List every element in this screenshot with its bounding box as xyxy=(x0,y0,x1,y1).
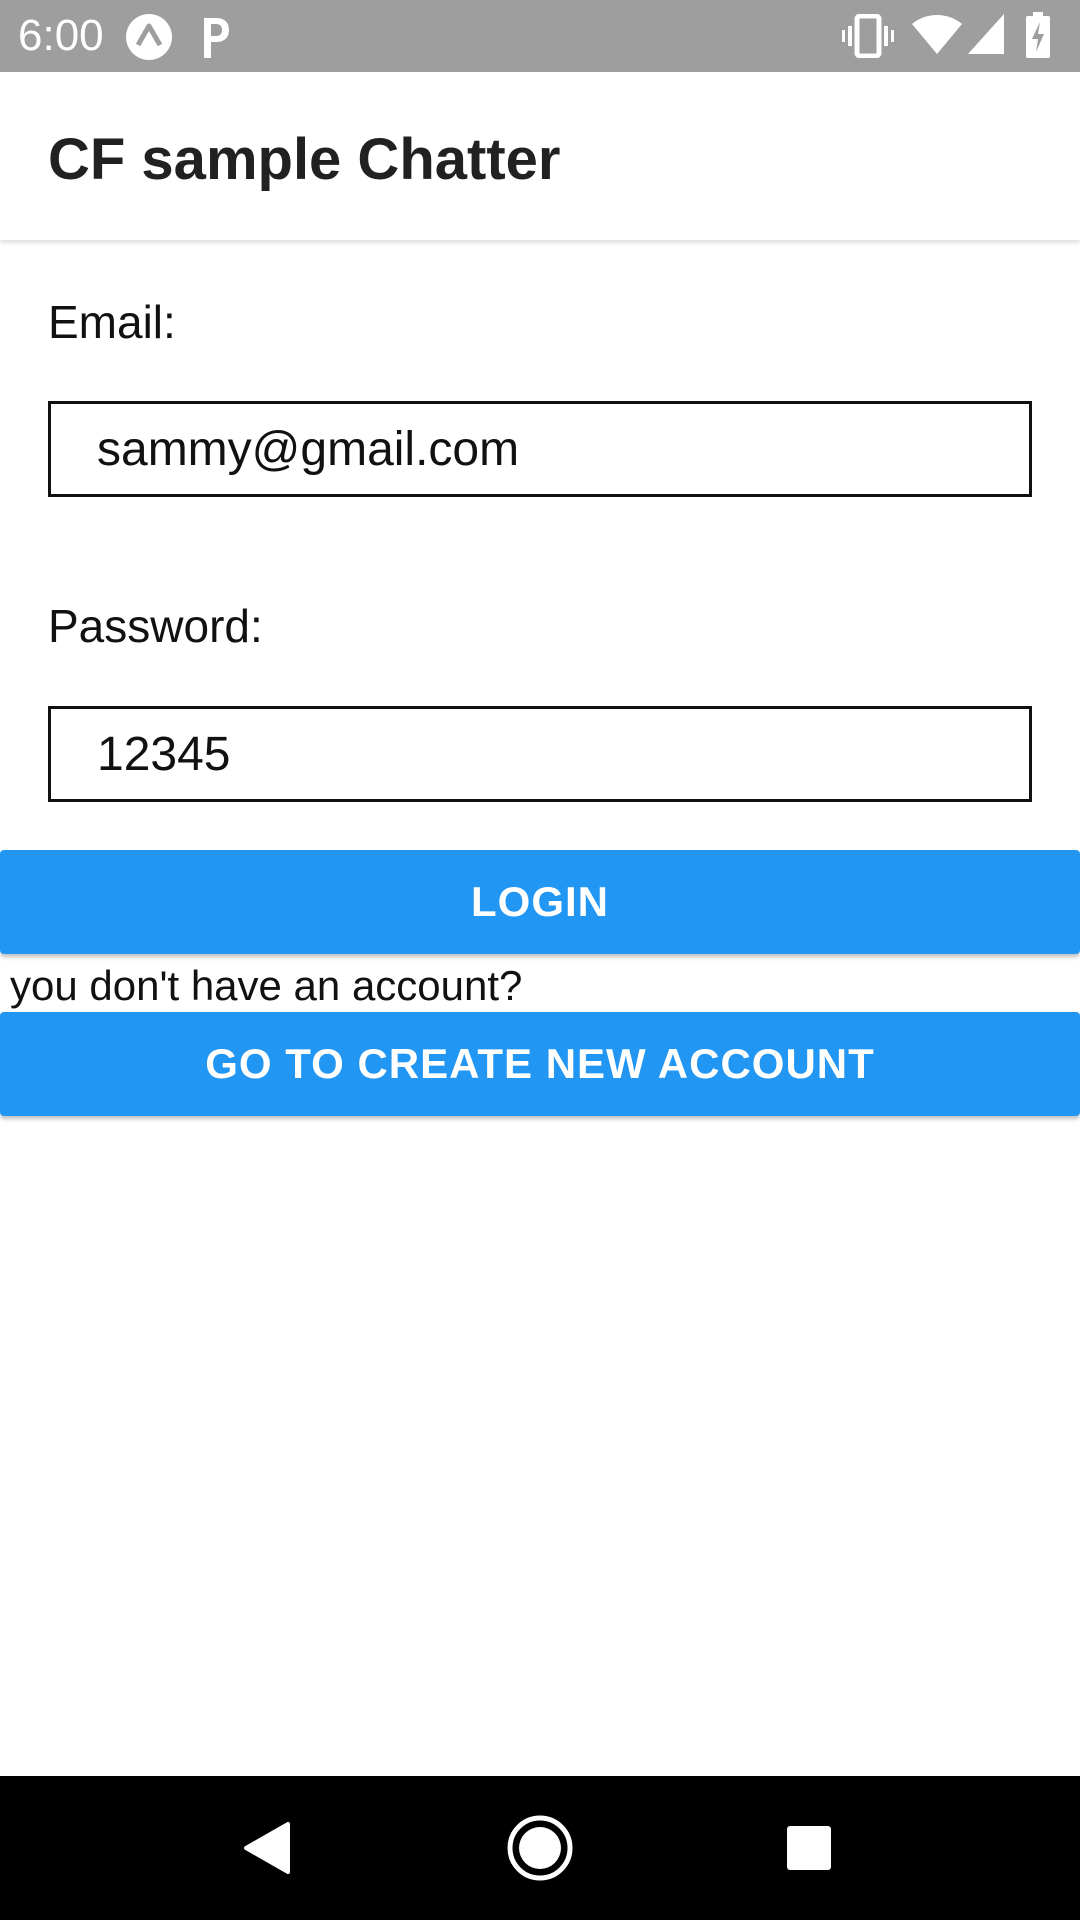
email-label: Email: xyxy=(48,296,176,348)
create-account-button[interactable]: GO TO CREATE NEW ACCOUNT xyxy=(0,1012,1080,1116)
recents-icon xyxy=(787,1826,831,1870)
vibrate-icon xyxy=(842,14,894,58)
wifi-icon xyxy=(912,14,962,54)
battery-charging-icon xyxy=(1026,12,1050,58)
parking-p-icon xyxy=(198,14,232,60)
password-label: Password: xyxy=(48,600,263,652)
no-account-hint: you don't have an account? xyxy=(10,962,523,1009)
signal-icon xyxy=(968,14,1004,54)
back-button[interactable] xyxy=(198,1776,342,1920)
page-title: CF sample Chatter xyxy=(48,127,561,192)
status-bar: 6:00 xyxy=(0,0,1080,72)
recents-button[interactable] xyxy=(737,1776,881,1920)
back-icon xyxy=(244,1822,290,1874)
app-bar: CF sample Chatter xyxy=(0,72,1080,240)
login-button[interactable]: LOGIN xyxy=(0,850,1080,954)
email-field[interactable] xyxy=(48,401,1032,497)
home-button[interactable] xyxy=(468,1776,612,1920)
home-icon xyxy=(507,1815,573,1881)
nav-bar xyxy=(0,1776,1080,1920)
expo-icon xyxy=(124,12,174,62)
password-field[interactable] xyxy=(48,706,1032,802)
status-time: 6:00 xyxy=(18,11,104,60)
